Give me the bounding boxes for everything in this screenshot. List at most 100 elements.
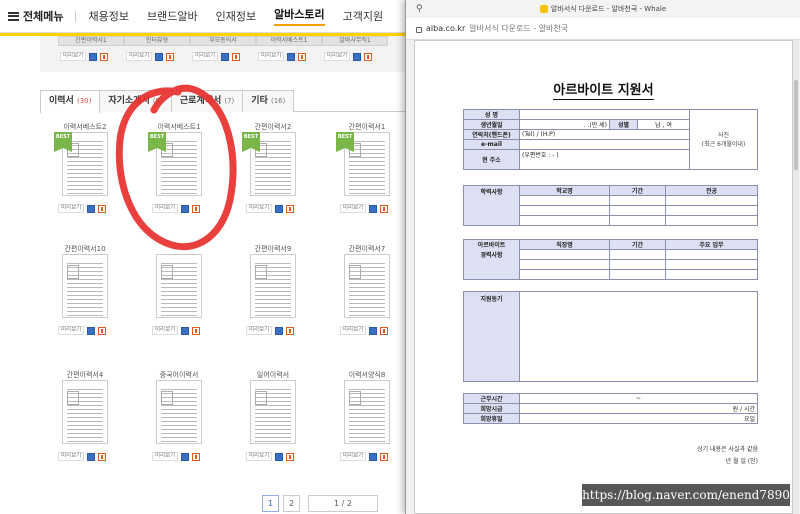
download-icon[interactable] <box>298 52 307 61</box>
preview-button[interactable]: 미리보기 <box>246 326 273 335</box>
document-icon[interactable] <box>275 452 284 461</box>
template-thumbnail[interactable] <box>344 380 390 444</box>
nav-item-talent[interactable]: 인재정보 <box>216 8 256 24</box>
thumb-line <box>67 405 103 406</box>
nav-item-support[interactable]: 고객지원 <box>343 8 383 24</box>
document-icon[interactable] <box>353 52 362 61</box>
preview-button[interactable]: 미리보기 <box>246 204 273 213</box>
nav-item-jobs[interactable]: 채용정보 <box>88 8 128 24</box>
document-icon[interactable] <box>369 326 378 335</box>
template-card[interactable]: 중국어이력서 미리보기 <box>146 370 212 470</box>
document-icon[interactable] <box>275 326 284 335</box>
preview-button[interactable]: 미리보기 <box>126 52 153 61</box>
document-icon[interactable] <box>221 52 230 61</box>
nav-item-brand[interactable]: 브랜드알바 <box>147 8 198 24</box>
thumb-line <box>67 189 103 190</box>
download-icon[interactable] <box>380 204 389 213</box>
thumb-line <box>161 169 197 170</box>
tab-resume[interactable]: 이력서 (30) <box>40 90 101 113</box>
download-icon[interactable] <box>192 452 201 461</box>
download-icon[interactable] <box>364 52 373 61</box>
thumb-line <box>255 311 291 312</box>
page-1-button[interactable]: 1 <box>262 495 279 512</box>
template-thumbnail[interactable] <box>62 380 108 444</box>
download-icon[interactable] <box>98 204 107 213</box>
template-card[interactable]: 간편이력서4 미리보기 <box>52 370 118 470</box>
preview-button[interactable]: 미리보기 <box>246 452 273 461</box>
preview-button[interactable]: 미리보기 <box>58 452 85 461</box>
scrollbar-thumb[interactable] <box>794 80 798 170</box>
document-icon[interactable] <box>181 204 190 213</box>
page-summary: 1 / 2 <box>308 495 378 512</box>
download-icon[interactable] <box>286 326 295 335</box>
template-card[interactable]: 간편이력서2 BEST 미리보기 <box>240 122 306 222</box>
template-thumbnail[interactable] <box>344 254 390 318</box>
preview-button[interactable]: 미리보기 <box>340 452 367 461</box>
preview-button[interactable]: 미리보기 <box>152 452 179 461</box>
document-icon[interactable] <box>181 326 190 335</box>
document-icon[interactable] <box>275 204 284 213</box>
all-menu-button[interactable]: 전체메뉴 <box>0 8 63 24</box>
download-icon[interactable] <box>98 326 107 335</box>
preview-button[interactable]: 미리보기 <box>340 204 367 213</box>
nav-item-story[interactable]: 알바스토리 <box>274 6 325 26</box>
tab-cover-letter[interactable]: 자기소개서 (9) <box>99 90 172 112</box>
download-icon[interactable] <box>192 204 201 213</box>
tab-etc[interactable]: 기타 (16) <box>242 90 295 112</box>
template-card[interactable]: 이력서베스트2 BEST 미리보기 <box>52 122 118 222</box>
template-title: 이력서양식8 <box>348 371 386 379</box>
template-card[interactable]: 이력서양식8 미리보기 <box>334 370 400 470</box>
thumb-line <box>255 287 291 288</box>
address-bar[interactable]: alba.co.kr 알바서식 다운로드 - 알바천국 <box>406 18 800 40</box>
download-icon[interactable] <box>100 52 109 61</box>
document-icon[interactable] <box>87 326 96 335</box>
preview-button[interactable]: 미리보기 <box>192 52 219 61</box>
template-thumbnail[interactable] <box>250 254 296 318</box>
download-icon[interactable] <box>232 52 241 61</box>
download-icon[interactable] <box>192 326 201 335</box>
thumb-line <box>161 181 197 182</box>
template-thumbnail[interactable] <box>156 254 202 318</box>
download-icon[interactable] <box>166 52 175 61</box>
popup-scrollbar[interactable] <box>793 40 799 514</box>
document-preview: 아르바이트 지원서 성 명 사진 (최근 6개월이내) 생년월일 . .(만 세)… <box>414 40 793 514</box>
download-icon[interactable] <box>286 204 295 213</box>
document-icon[interactable] <box>155 52 164 61</box>
thumb-line <box>349 437 385 438</box>
document-icon[interactable] <box>87 452 96 461</box>
preview-button[interactable]: 미리보기 <box>324 52 351 61</box>
download-icon[interactable] <box>286 452 295 461</box>
thumb-line <box>161 299 197 300</box>
document-icon[interactable] <box>369 452 378 461</box>
preview-button[interactable]: 미리보기 <box>58 204 85 213</box>
preview-button[interactable]: 미리보기 <box>58 326 85 335</box>
thumb-line <box>67 437 103 438</box>
preview-button[interactable]: 미리보기 <box>340 326 367 335</box>
page-2-button[interactable]: 2 <box>283 495 300 512</box>
tab-contract[interactable]: 근로계약서 (7) <box>170 90 244 112</box>
template-thumbnail[interactable] <box>156 380 202 444</box>
template-card[interactable]: 간편이력서1 BEST 미리보기 <box>334 122 400 222</box>
document-icon[interactable] <box>89 52 98 61</box>
download-icon[interactable] <box>380 452 389 461</box>
template-card[interactable]: 간편이력서10 미리보기 <box>52 244 118 344</box>
preview-button[interactable]: 미리보기 <box>152 204 179 213</box>
document-icon[interactable] <box>87 204 96 213</box>
preview-button[interactable]: 미리보기 <box>60 52 87 61</box>
preview-button[interactable]: 미리보기 <box>258 52 285 61</box>
template-thumbnail[interactable] <box>250 380 296 444</box>
template-card[interactable]: 미리보기 <box>146 244 212 344</box>
template-thumbnail[interactable] <box>62 254 108 318</box>
template-card[interactable]: 이력서베스트1 BEST 미리보기 <box>146 122 212 222</box>
template-card[interactable]: 간편이력서9 미리보기 <box>240 244 306 344</box>
preview-button[interactable]: 미리보기 <box>152 326 179 335</box>
document-icon[interactable] <box>369 204 378 213</box>
download-icon[interactable] <box>98 452 107 461</box>
best-badge: BEST <box>242 132 260 152</box>
template-card[interactable]: 간편이력서7 미리보기 <box>334 244 400 344</box>
download-icon[interactable] <box>380 326 389 335</box>
document-icon[interactable] <box>181 452 190 461</box>
document-icon[interactable] <box>287 52 296 61</box>
template-card[interactable]: 일어이력서 미리보기 <box>240 370 306 470</box>
thumb-line <box>67 263 103 264</box>
